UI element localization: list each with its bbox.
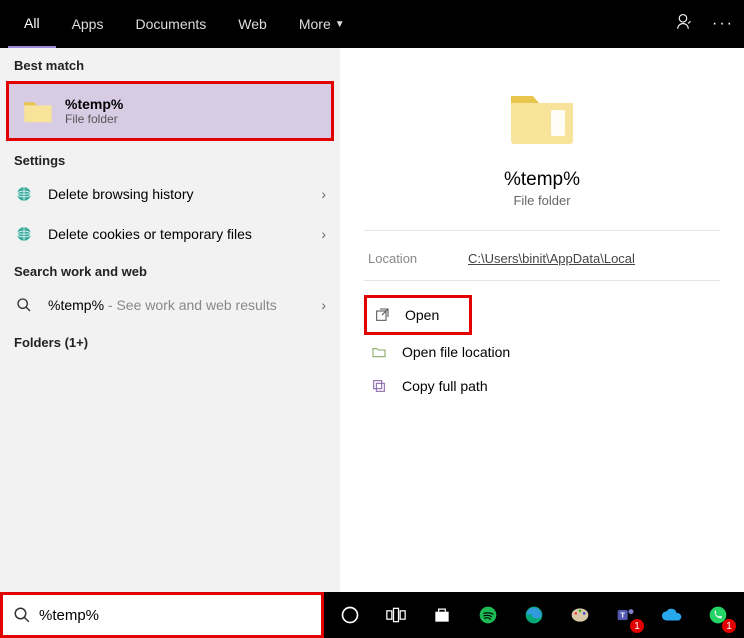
action-label: Open file location: [402, 344, 510, 360]
search-web-suffix: - See work and web results: [104, 297, 277, 313]
folder-icon: [23, 96, 53, 126]
chevron-down-icon: ▼: [335, 19, 345, 30]
best-match-result[interactable]: %temp% File folder: [6, 81, 334, 141]
folder-large-icon: [507, 88, 577, 148]
search-icon: [14, 295, 34, 315]
action-label: Copy full path: [402, 378, 488, 394]
action-label: Open: [405, 307, 439, 323]
tab-apps[interactable]: Apps: [56, 0, 120, 48]
folder-open-icon: [370, 343, 388, 361]
section-search-work-web: Search work and web: [0, 254, 340, 285]
taskbar-taskview[interactable]: [374, 593, 418, 637]
search-web-item[interactable]: %temp% - See work and web results ›: [0, 285, 340, 325]
copy-icon: [370, 377, 388, 395]
badge-count: 1: [722, 619, 736, 633]
tab-more[interactable]: More ▼: [283, 0, 361, 48]
location-value[interactable]: C:\Users\binit\AppData\Local: [468, 251, 635, 266]
best-match-title: %temp%: [65, 96, 123, 112]
preview-title: %temp%: [364, 169, 720, 191]
section-folders: Folders (1+): [0, 325, 340, 356]
taskbar-spotify[interactable]: [466, 593, 510, 637]
options-icon[interactable]: ···: [712, 15, 734, 33]
globe-icon: [14, 184, 34, 204]
svg-text:T: T: [620, 611, 625, 620]
section-settings: Settings: [0, 143, 340, 174]
results-panel: Best match %temp% File folder Settings D…: [0, 48, 340, 592]
tab-more-label: More: [299, 16, 331, 32]
search-filter-tabs: All Apps Documents Web More ▼ ···: [0, 0, 744, 48]
search-web-query: %temp%: [48, 297, 104, 313]
action-open-location[interactable]: Open file location: [364, 335, 720, 369]
taskbar-paint[interactable]: [558, 593, 602, 637]
section-best-match: Best match: [0, 48, 340, 79]
search-input[interactable]: [39, 607, 311, 624]
settings-item-label: Delete cookies or temporary files: [48, 226, 321, 242]
preview-panel: %temp% File folder Location C:\Users\bin…: [340, 48, 744, 592]
settings-item-label: Delete browsing history: [48, 186, 321, 202]
taskbar-cortana[interactable]: [328, 593, 372, 637]
preview-location-row: Location C:\Users\binit\AppData\Local: [364, 230, 720, 281]
taskbar-store[interactable]: [420, 593, 464, 637]
action-copy-path[interactable]: Copy full path: [364, 369, 720, 403]
search-icon: [13, 606, 31, 624]
search-web-label: %temp% - See work and web results: [48, 297, 321, 313]
feedback-icon[interactable]: [674, 13, 692, 36]
best-match-subtitle: File folder: [65, 112, 123, 126]
open-icon: [373, 306, 391, 324]
action-open[interactable]: Open: [364, 295, 472, 335]
chevron-right-icon: ›: [321, 226, 326, 242]
chevron-right-icon: ›: [321, 297, 326, 313]
location-label: Location: [368, 251, 468, 266]
settings-item-delete-history[interactable]: Delete browsing history ›: [0, 174, 340, 214]
preview-actions: Open Open file location Copy full path: [364, 295, 720, 403]
bottom-bar: T 1 1: [0, 592, 744, 638]
tab-documents[interactable]: Documents: [119, 0, 222, 48]
search-box[interactable]: [0, 592, 324, 638]
globe-icon: [14, 224, 34, 244]
chevron-right-icon: ›: [321, 186, 326, 202]
badge-count: 1: [630, 619, 644, 633]
taskbar-onedrive[interactable]: [650, 593, 694, 637]
taskbar-teams[interactable]: T 1: [604, 593, 648, 637]
settings-item-delete-cookies[interactable]: Delete cookies or temporary files ›: [0, 214, 340, 254]
tab-all[interactable]: All: [8, 0, 56, 48]
tab-web[interactable]: Web: [222, 0, 283, 48]
taskbar-edge[interactable]: [512, 593, 556, 637]
preview-subtitle: File folder: [364, 193, 720, 208]
taskbar: T 1 1: [324, 592, 744, 638]
taskbar-whatsapp[interactable]: 1: [696, 593, 740, 637]
